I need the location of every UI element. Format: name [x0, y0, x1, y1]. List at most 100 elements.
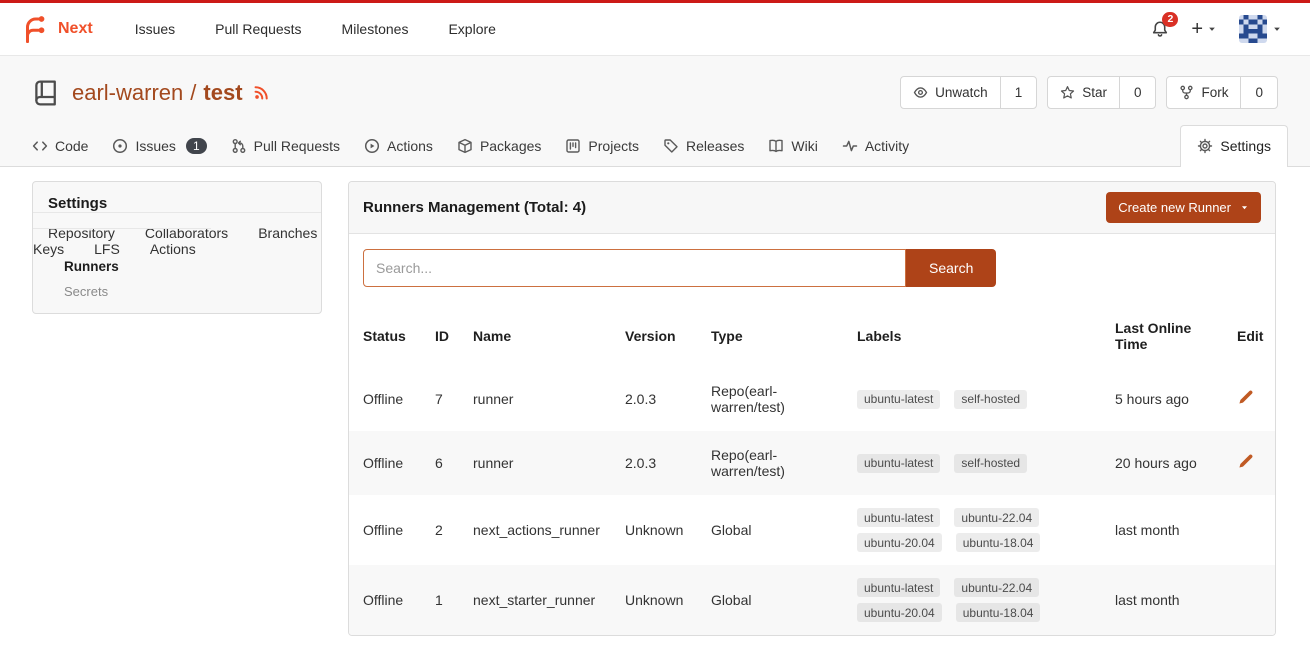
tab-label: Projects [588, 138, 639, 154]
column-header-id: ID [427, 305, 465, 367]
tag-icon [663, 138, 679, 154]
runner-last-online: last month [1107, 495, 1229, 565]
search-button[interactable]: Search [906, 249, 996, 287]
tab-label: Packages [480, 138, 541, 154]
pulse-icon [842, 138, 858, 154]
runner-labels: ubuntu-latestself-hosted [849, 367, 1107, 431]
top-navbar: Next Issues Pull Requests Milestones Explor… [0, 0, 1310, 56]
tab-issues[interactable]: Issues1 [100, 126, 218, 166]
pull-request-icon [231, 138, 247, 154]
runners-panel: Runners Management (Total: 4) Create new… [348, 181, 1276, 636]
watchers-count[interactable]: 1 [1000, 77, 1037, 108]
runner-label-chip: ubuntu-latest [857, 454, 940, 473]
runners-table: StatusIDNameVersionTypeLabelsLast Online… [349, 305, 1275, 635]
runner-status: Offline [349, 565, 427, 635]
plus-icon: + [1191, 19, 1203, 39]
caret-down-icon [1272, 24, 1282, 34]
tab-wiki[interactable]: Wiki [756, 126, 829, 166]
column-header-version: Version [617, 305, 703, 367]
runner-row: Offline6runner2.0.3Repo(earl-warren/test… [349, 431, 1275, 495]
gear-icon [1197, 138, 1213, 154]
star-button-group: Star 0 [1047, 76, 1156, 109]
runner-search-row: Search [349, 249, 1275, 287]
tab-code[interactable]: Code [20, 126, 100, 166]
edit-runner-button[interactable] [1237, 389, 1254, 406]
search-input[interactable] [363, 249, 906, 287]
runner-label-chips: ubuntu-latestubuntu-22.04ubuntu-20.04ubu… [857, 578, 1062, 622]
caret-down-icon [1207, 24, 1217, 34]
runner-name: runner [465, 367, 617, 431]
sidebar-item-branches[interactable]: Branches [243, 212, 322, 253]
create-menu-button[interactable]: + [1191, 19, 1217, 39]
runner-last-online: 20 hours ago [1107, 431, 1229, 495]
runner-id: 2 [427, 495, 465, 565]
repo-owner-link[interactable]: earl-warren [72, 80, 183, 106]
runner-label-chip: ubuntu-latest [857, 578, 940, 597]
runner-type: Repo(earl-warren/test) [703, 431, 849, 495]
runner-name: next_actions_runner [465, 495, 617, 565]
issue-icon [112, 138, 128, 154]
issues-count-badge: 1 [186, 138, 207, 154]
settings-sidebar: SettingsRepositoryCollaboratorsBranchesT… [32, 181, 322, 314]
sidebar-subitems: Runners Secrets [33, 257, 321, 313]
repo-name-link[interactable]: test [203, 80, 242, 106]
unwatch-button[interactable]: Unwatch [901, 77, 1000, 108]
runner-edit-cell [1229, 495, 1275, 565]
tab-actions[interactable]: Actions [352, 126, 445, 166]
create-runner-button[interactable]: Create new Runner [1106, 192, 1261, 223]
edit-runner-button[interactable] [1237, 453, 1254, 470]
tab-projects[interactable]: Projects [553, 126, 651, 166]
runner-labels: ubuntu-latestubuntu-22.04ubuntu-20.04ubu… [849, 495, 1107, 565]
forks-count[interactable]: 0 [1240, 77, 1277, 108]
stars-count[interactable]: 0 [1119, 77, 1156, 108]
notification-count-badge: 2 [1162, 12, 1178, 27]
runner-row: Offline1next_starter_runnerUnknownGlobal… [349, 565, 1275, 635]
runner-version: 2.0.3 [617, 431, 703, 495]
star-icon [1060, 85, 1075, 100]
unwatch-label: Unwatch [935, 85, 988, 100]
sidebar-subitem-runners[interactable]: Runners [64, 259, 306, 274]
runners-panel-body: Search StatusIDNameVersionTypeLabelsLast… [349, 234, 1275, 635]
navbar-link-issues[interactable]: Issues [135, 21, 175, 37]
column-header-status: Status [349, 305, 427, 367]
home-link[interactable]: Next [20, 14, 93, 44]
star-button[interactable]: Star [1048, 77, 1119, 108]
runner-id: 7 [427, 367, 465, 431]
navbar-link-milestones[interactable]: Milestones [342, 21, 409, 37]
fork-button-group: Fork 0 [1166, 76, 1278, 109]
navbar-link-pull-requests[interactable]: Pull Requests [215, 21, 301, 37]
runner-label-chip: ubuntu-18.04 [956, 533, 1041, 552]
runner-last-online: 5 hours ago [1107, 367, 1229, 431]
runner-label-chip: self-hosted [954, 390, 1027, 409]
tab-packages[interactable]: Packages [445, 126, 553, 166]
runner-edit-cell [1229, 367, 1275, 431]
tab-activity[interactable]: Activity [830, 126, 921, 166]
package-icon [457, 138, 473, 154]
runner-label-chip: ubuntu-18.04 [956, 603, 1041, 622]
notifications-button[interactable]: 2 [1151, 20, 1169, 38]
table-header-row: StatusIDNameVersionTypeLabelsLast Online… [349, 305, 1275, 367]
user-menu-button[interactable] [1239, 15, 1282, 43]
runner-label-chip: ubuntu-22.04 [954, 578, 1039, 597]
column-header-name: Name [465, 305, 617, 367]
runner-label-chip: self-hosted [954, 454, 1027, 473]
runner-label-chips: ubuntu-latestself-hosted [857, 390, 1062, 409]
runner-label-chips: ubuntu-latestubuntu-22.04ubuntu-20.04ubu… [857, 508, 1062, 552]
runner-row: Offline2next_actions_runnerUnknownGlobal… [349, 495, 1275, 565]
runner-label-chip: ubuntu-latest [857, 508, 940, 527]
sidebar-subitem-secrets[interactable]: Secrets [64, 284, 306, 299]
runner-label-chips: ubuntu-latest self-hosted [857, 454, 1062, 473]
tab-label: Pull Requests [254, 138, 340, 154]
column-header-edit: Edit [1229, 305, 1275, 367]
tab-settings[interactable]: Settings [1180, 125, 1288, 167]
fork-button[interactable]: Fork [1167, 77, 1240, 108]
navbar-left: Next Issues Pull Requests Milestones Explor… [20, 14, 496, 44]
rss-feed-icon[interactable] [253, 84, 270, 101]
tab-pull-requests[interactable]: Pull Requests [219, 126, 352, 166]
code-icon [32, 138, 48, 154]
runner-type: Repo(earl-warren/test) [703, 367, 849, 431]
page: Next Issues Pull Requests Milestones Explor… [0, 0, 1310, 658]
runner-id: 1 [427, 565, 465, 635]
tab-releases[interactable]: Releases [651, 126, 756, 166]
navbar-link-explore[interactable]: Explore [448, 21, 495, 37]
